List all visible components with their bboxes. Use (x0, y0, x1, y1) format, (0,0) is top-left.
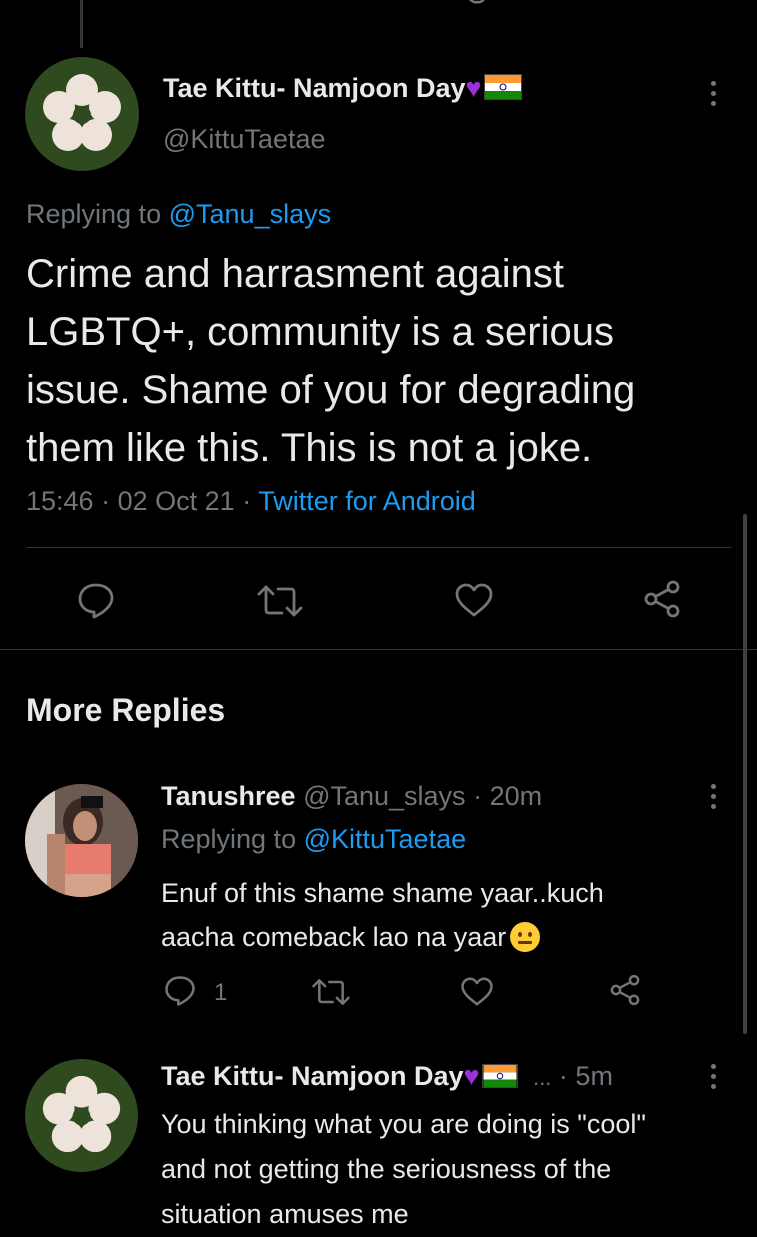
flower-icon (43, 74, 121, 151)
like-icon-top[interactable] (462, 0, 492, 6)
tweet-text-line: issue. Shame of you for degrading (26, 368, 636, 412)
retweet-icon[interactable] (310, 977, 352, 1007)
tweet-text-line: them like this. This is not a joke. (26, 426, 593, 470)
neutral-face-icon (510, 922, 541, 952)
purple-heart-icon: ♥ (465, 73, 482, 103)
retweet-icon-top[interactable] (312, 0, 342, 4)
avatar-tanushree[interactable] (25, 784, 138, 897)
more-icon[interactable] (711, 81, 717, 111)
reply2-ellipsis: ... (533, 1065, 552, 1090)
reply2-text-line: and not getting the seriousness of the (161, 1154, 612, 1184)
share-icon-top[interactable] (622, 0, 642, 6)
reply1-header: Tanushree @Tanu_slays · 20m (161, 781, 543, 811)
tweet-text: Crime and harrasment against LGBTQ+, com… (26, 245, 635, 477)
share-icon[interactable] (640, 579, 684, 619)
reply2-header: Tae Kittu- Namjoon Day♥ ... · 5m (161, 1061, 613, 1091)
tweet-time: 15:46 (26, 486, 94, 516)
reply1-handle[interactable]: @Tanu_slays (303, 781, 466, 811)
share-icon[interactable] (607, 973, 643, 1007)
scrollbar[interactable] (743, 514, 747, 1034)
divider (26, 547, 732, 548)
section-title: More Replies (26, 692, 226, 728)
like-icon[interactable] (454, 582, 494, 618)
reply-icon[interactable] (163, 975, 197, 1007)
reply1-text-line-2: aacha comeback lao na yaar (161, 915, 604, 959)
replying-handle-link[interactable]: @Tanu_slays (169, 199, 332, 229)
reply2-age[interactable]: 5m (575, 1061, 613, 1091)
reply2-text-line: You thinking what you are doing is "cool… (161, 1109, 646, 1139)
replying-to: Replying to @Tanu_slays (26, 199, 331, 230)
reply-icon[interactable] (76, 582, 116, 620)
reply2-author-name[interactable]: Tae Kittu- Namjoon Day (161, 1061, 464, 1091)
tweet-meta: 15:46 · 02 Oct 21 · Twitter for Android (26, 486, 476, 516)
avatar-flower[interactable] (25, 1059, 138, 1172)
author-name[interactable]: Tae Kittu- Namjoon Day (163, 73, 466, 103)
author-handle[interactable]: @KittuTaetae (163, 124, 326, 155)
author-name-row[interactable]: Tae Kittu- Namjoon Day♥ (163, 73, 522, 104)
reply2-text: You thinking what you are doing is "cool… (161, 1102, 646, 1237)
like-icon[interactable] (460, 976, 494, 1007)
reply1-reply-count: 1 (214, 979, 228, 1006)
reply2-text-line: situation amuses me (161, 1199, 409, 1229)
person-photo-icon (25, 784, 138, 897)
tweet-text-line: Crime and harrasment against (26, 252, 565, 296)
replying-label: Replying to (161, 824, 297, 854)
flower-icon (42, 1075, 121, 1153)
india-flag-icon (483, 74, 522, 100)
replying-label: Replying to (26, 199, 162, 229)
reply1-text: Enuf of this shame shame yaar..kuch aach… (161, 871, 604, 959)
reply1-text-line: Enuf of this shame shame yaar..kuch (161, 878, 604, 908)
replying-handle-link[interactable]: @KittuTaetae (304, 824, 467, 854)
retweet-icon[interactable] (255, 583, 305, 619)
more-icon[interactable] (711, 1064, 717, 1094)
purple-heart-icon: ♥ (463, 1061, 480, 1091)
more-icon[interactable] (711, 784, 717, 814)
reply-icon-top[interactable] (170, 0, 200, 6)
thread-line-top (80, 0, 83, 48)
reply1-age[interactable]: 20m (490, 781, 543, 811)
tweet-text-line: LGBTQ+, community is a serious (26, 310, 614, 354)
tweet-source-link[interactable]: Twitter for Android (258, 486, 476, 516)
reply1-replying-to: Replying to @KittuTaetae (161, 824, 466, 855)
avatar-flower[interactable] (25, 57, 139, 171)
section-divider (0, 649, 757, 650)
tweet-date: 02 Oct 21 (117, 486, 235, 516)
india-flag-icon (481, 1064, 518, 1088)
reply1-author-name[interactable]: Tanushree (161, 781, 296, 811)
